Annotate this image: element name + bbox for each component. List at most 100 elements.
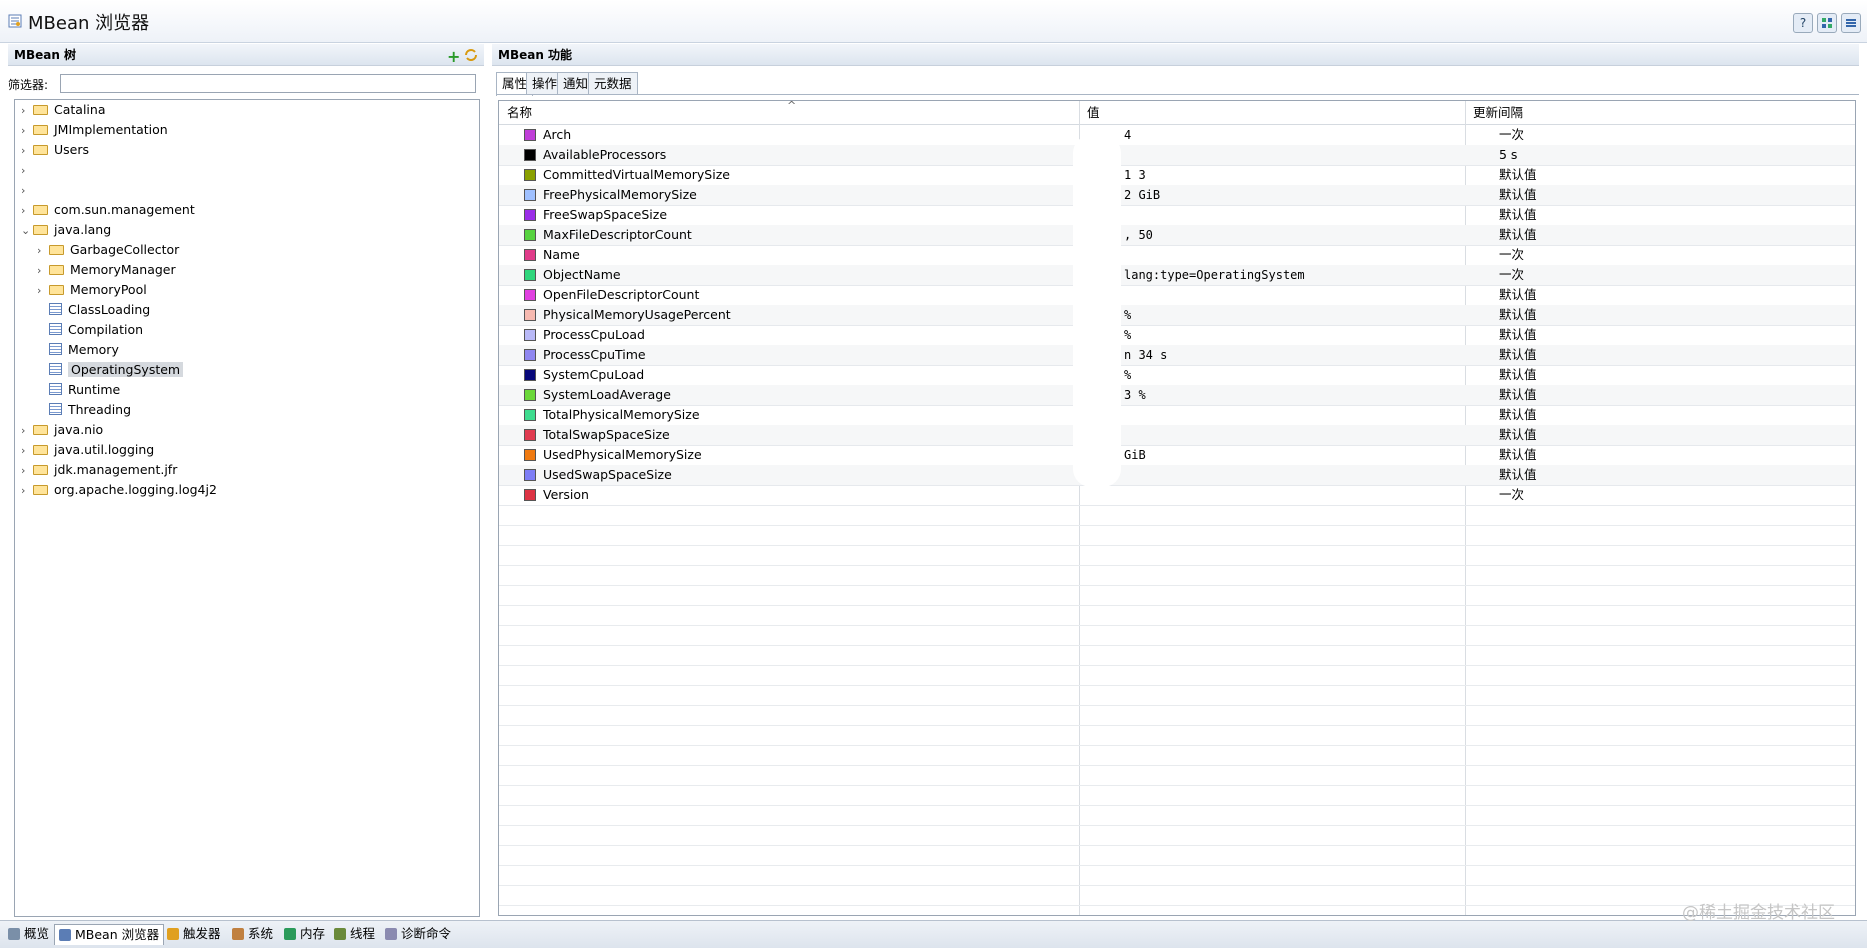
tree-item[interactable]: › Users <box>21 140 89 160</box>
chevron-right-icon[interactable]: › <box>21 421 33 441</box>
chevron-right-icon[interactable]: › <box>37 281 49 301</box>
tree-item[interactable]: Compilation <box>37 320 143 340</box>
color-swatch-icon[interactable] <box>524 269 536 281</box>
table-row[interactable]: Arch 4 一次 <box>499 125 1855 146</box>
help-icon[interactable]: ? <box>1793 13 1813 33</box>
tree-item-label: MemoryPool <box>70 282 147 297</box>
table-row[interactable]: SystemLoadAverage 3 % 默认值 <box>499 385 1855 406</box>
grid-view-icon[interactable] <box>1817 13 1837 33</box>
table-row[interactable]: UsedSwapSpaceSize 默认值 <box>499 465 1855 486</box>
color-swatch-icon[interactable] <box>524 389 536 401</box>
tree-item-label: JMImplementation <box>54 122 168 137</box>
chevron-right-icon[interactable]: › <box>21 121 33 141</box>
table-row[interactable]: Name 一次 <box>499 245 1855 266</box>
list-view-icon[interactable] <box>1841 13 1861 33</box>
color-swatch-icon[interactable] <box>524 129 536 141</box>
tree-item[interactable]: Runtime <box>37 380 120 400</box>
table-row[interactable]: ProcessCpuLoad % 默认值 <box>499 325 1855 346</box>
tree-item[interactable]: › MemoryManager <box>37 260 176 280</box>
chevron-right-icon[interactable]: › <box>21 141 33 161</box>
column-header-interval[interactable]: 更新间隔 <box>1465 101 1855 125</box>
tree-item[interactable]: › <box>21 160 33 180</box>
attribute-value: GiB <box>1124 448 1146 462</box>
tree-item[interactable]: › <box>21 180 33 200</box>
tree-item[interactable]: › org.apache.logging.log4j2 <box>21 480 217 500</box>
color-swatch-icon[interactable] <box>524 369 536 381</box>
chevron-right-icon[interactable]: › <box>21 181 33 201</box>
tree-item[interactable]: › MemoryPool <box>37 280 147 300</box>
tab-metadata[interactable]: 元数据 <box>588 72 638 95</box>
color-swatch-icon[interactable] <box>524 489 536 501</box>
table-row[interactable]: TotalPhysicalMemorySize 默认值 <box>499 405 1855 426</box>
filter-input[interactable] <box>60 74 476 93</box>
tree-item[interactable]: › jdk.management.jfr <box>21 460 177 480</box>
color-swatch-icon[interactable] <box>524 229 536 241</box>
update-interval: 默认值 <box>1499 167 1537 182</box>
add-icon[interactable]: + <box>447 47 460 66</box>
update-interval: 默认值 <box>1499 447 1537 462</box>
bottom-tab[interactable]: 触发器 <box>163 924 225 944</box>
color-swatch-icon[interactable] <box>524 289 536 301</box>
table-row[interactable]: FreeSwapSpaceSize 默认值 <box>499 205 1855 226</box>
column-header-value[interactable]: 值 <box>1079 101 1465 125</box>
mbean-tree[interactable]: › Catalina › JMImplementation › Users › › › com.s… <box>14 99 480 917</box>
color-swatch-icon[interactable] <box>524 169 536 181</box>
chevron-right-icon[interactable]: › <box>21 161 33 181</box>
chevron-down-icon[interactable]: ⌄ <box>21 221 33 241</box>
tree-item[interactable]: ClassLoading <box>37 300 150 320</box>
bottom-tab[interactable]: 诊断命令 <box>381 924 455 944</box>
table-row[interactable]: Version 一次 <box>499 485 1855 506</box>
color-swatch-icon[interactable] <box>524 349 536 361</box>
table-row[interactable]: SystemCpuLoad % 默认值 <box>499 365 1855 386</box>
chevron-right-icon[interactable]: › <box>37 261 49 281</box>
table-row[interactable]: AvailableProcessors 5 s <box>499 145 1855 166</box>
table-row[interactable]: OpenFileDescriptorCount 默认值 <box>499 285 1855 306</box>
bottom-tab[interactable]: 概览 <box>4 924 53 944</box>
table-row[interactable]: ObjectName lang:type=OperatingSystem 一次 <box>499 265 1855 286</box>
tree-item[interactable]: Threading <box>37 400 131 420</box>
color-swatch-icon[interactable] <box>524 429 536 441</box>
bottom-tab[interactable]: 线程 <box>330 924 379 944</box>
color-swatch-icon[interactable] <box>524 149 536 161</box>
tree-item[interactable]: Memory <box>37 340 119 360</box>
chevron-right-icon[interactable]: › <box>21 481 33 501</box>
attributes-table[interactable]: 名称 ^ 值 更新间隔 Arch 4 一次 AvailableProcessors 5… <box>498 100 1856 916</box>
color-swatch-icon[interactable] <box>524 469 536 481</box>
chevron-right-icon[interactable]: › <box>37 241 49 261</box>
update-interval: 默认值 <box>1499 327 1537 342</box>
chevron-right-icon[interactable]: › <box>21 441 33 461</box>
color-swatch-icon[interactable] <box>524 309 536 321</box>
tree-item[interactable]: › com.sun.management <box>21 200 195 220</box>
bottom-tab-label: 概览 <box>24 926 50 941</box>
tree-item[interactable]: › java.util.logging <box>21 440 154 460</box>
folder-icon <box>33 485 48 495</box>
tree-item[interactable]: OperatingSystem <box>37 360 184 380</box>
tree-item[interactable]: › GarbageCollector <box>37 240 179 260</box>
table-row[interactable]: CommittedVirtualMemorySize 1 3 默认值 <box>499 165 1855 186</box>
table-row[interactable]: ProcessCpuTime n 34 s 默认值 <box>499 345 1855 366</box>
chevron-right-icon[interactable]: › <box>21 461 33 481</box>
table-row[interactable]: FreePhysicalMemorySize 2 GiB 默认值 <box>499 185 1855 206</box>
color-swatch-icon[interactable] <box>524 329 536 341</box>
color-swatch-icon[interactable] <box>524 449 536 461</box>
bottom-tab[interactable]: MBean 浏览器 <box>54 924 165 945</box>
color-swatch-icon[interactable] <box>524 249 536 261</box>
chevron-right-icon[interactable]: › <box>21 101 33 121</box>
bottom-tab[interactable]: 系统 <box>228 924 277 944</box>
tree-item[interactable]: › JMImplementation <box>21 120 168 140</box>
table-row[interactable]: PhysicalMemoryUsagePercent % 默认值 <box>499 305 1855 326</box>
color-swatch-icon[interactable] <box>524 189 536 201</box>
empty-row <box>499 865 1855 886</box>
chevron-right-icon[interactable]: › <box>21 201 33 221</box>
color-swatch-icon[interactable] <box>524 209 536 221</box>
refresh-icon[interactable] <box>464 48 478 66</box>
table-row[interactable]: MaxFileDescriptorCount , 50 默认值 <box>499 225 1855 246</box>
table-row[interactable]: TotalSwapSpaceSize 默认值 <box>499 425 1855 446</box>
bottom-tab[interactable]: 内存 <box>280 924 329 944</box>
table-row[interactable]: UsedPhysicalMemorySize GiB 默认值 <box>499 445 1855 466</box>
empty-row <box>499 805 1855 826</box>
tree-item[interactable]: › java.nio <box>21 420 103 440</box>
tree-item[interactable]: › Catalina <box>21 100 105 120</box>
tree-item[interactable]: ⌄ java.lang <box>21 220 111 240</box>
color-swatch-icon[interactable] <box>524 409 536 421</box>
